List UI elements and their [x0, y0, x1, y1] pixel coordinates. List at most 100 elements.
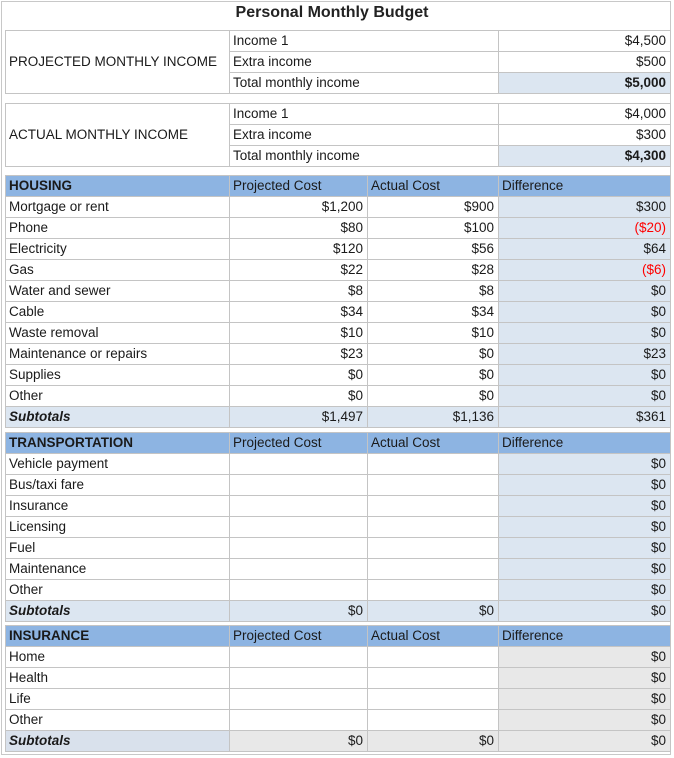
expense-name[interactable]: Bus/taxi fare [5, 474, 230, 496]
section-title: TRANSPORTATION [5, 432, 230, 454]
actual-cost-cell[interactable]: $900 [367, 196, 499, 218]
insurance-table: INSURANCE Projected Cost Actual Cost Dif… [5, 625, 671, 752]
income-value[interactable]: $4,000 [498, 103, 671, 125]
income-total-value: $5,000 [498, 72, 671, 94]
actual-cost-cell[interactable] [367, 579, 499, 601]
actual-cost-cell[interactable]: $8 [367, 280, 499, 302]
projected-cost-cell[interactable]: $22 [229, 259, 368, 281]
projected-cost-cell[interactable] [229, 453, 368, 475]
actual-cost-cell[interactable] [367, 453, 499, 475]
section-header: TRANSPORTATION Projected Cost Actual Cos… [5, 432, 671, 454]
actual-cost-cell[interactable] [367, 516, 499, 538]
projected-cost-cell[interactable] [229, 558, 368, 580]
expense-name[interactable]: Insurance [5, 495, 230, 517]
expense-name[interactable]: Electricity [5, 238, 230, 260]
column-header-actual: Actual Cost [367, 175, 499, 197]
projected-cost-cell[interactable]: $0 [229, 364, 368, 386]
expense-row: Mortgage or rent $1,200 $900 $300 [5, 196, 671, 218]
expense-name[interactable]: Licensing [5, 516, 230, 538]
difference-cell: $0 [498, 516, 671, 538]
projected-cost-cell[interactable] [229, 495, 368, 517]
expense-name[interactable]: Fuel [5, 537, 230, 559]
expense-row: Supplies $0 $0 $0 [5, 364, 671, 386]
projected-cost-cell[interactable]: $8 [229, 280, 368, 302]
subtotal-difference: $0 [498, 730, 671, 752]
projected-income-label: PROJECTED MONTHLY INCOME [5, 30, 230, 94]
subtotal-difference: $361 [498, 406, 671, 428]
actual-cost-cell[interactable]: $0 [367, 343, 499, 365]
expense-name[interactable]: Health [5, 667, 230, 689]
projected-cost-cell[interactable]: $10 [229, 322, 368, 344]
expense-name[interactable]: Water and sewer [5, 280, 230, 302]
expense-name[interactable]: Waste removal [5, 322, 230, 344]
actual-cost-cell[interactable] [367, 537, 499, 559]
projected-cost-cell[interactable] [229, 474, 368, 496]
actual-cost-cell[interactable]: $28 [367, 259, 499, 281]
column-header-difference: Difference [498, 432, 671, 454]
actual-cost-cell[interactable] [367, 474, 499, 496]
difference-cell: ($6) [498, 259, 671, 281]
section-title: HOUSING [5, 175, 230, 197]
expense-row: Cable $34 $34 $0 [5, 301, 671, 323]
column-header-projected: Projected Cost [229, 175, 368, 197]
housing-table: HOUSING Projected Cost Actual Cost Diffe… [5, 175, 671, 428]
actual-cost-cell[interactable]: $34 [367, 301, 499, 323]
expense-name[interactable]: Life [5, 688, 230, 710]
difference-cell: ($20) [498, 217, 671, 239]
difference-cell: $0 [498, 558, 671, 580]
expense-name[interactable]: Phone [5, 217, 230, 239]
expense-row: Waste removal $10 $10 $0 [5, 322, 671, 344]
actual-cost-cell[interactable] [367, 709, 499, 731]
actual-cost-cell[interactable] [367, 495, 499, 517]
projected-cost-cell[interactable] [229, 579, 368, 601]
actual-cost-cell[interactable]: $0 [367, 385, 499, 407]
actual-cost-cell[interactable] [367, 688, 499, 710]
expense-name[interactable]: Mortgage or rent [5, 196, 230, 218]
expense-name[interactable]: Maintenance or repairs [5, 343, 230, 365]
actual-cost-cell[interactable] [367, 667, 499, 689]
income-value[interactable]: $4,500 [498, 30, 671, 52]
difference-cell: $0 [498, 301, 671, 323]
expense-name[interactable]: Other [5, 709, 230, 731]
expense-name[interactable]: Other [5, 579, 230, 601]
projected-cost-cell[interactable] [229, 537, 368, 559]
income-name[interactable]: Extra income [229, 51, 499, 73]
expense-name[interactable]: Home [5, 646, 230, 668]
difference-cell: $0 [498, 667, 671, 689]
projected-cost-cell[interactable]: $1,200 [229, 196, 368, 218]
income-name[interactable]: Income 1 [229, 30, 499, 52]
projected-cost-cell[interactable]: $23 [229, 343, 368, 365]
projected-cost-cell[interactable]: $120 [229, 238, 368, 260]
actual-cost-cell[interactable]: $56 [367, 238, 499, 260]
section-title: INSURANCE [5, 625, 230, 647]
income-value[interactable]: $500 [498, 51, 671, 73]
column-header-actual: Actual Cost [367, 625, 499, 647]
expense-name[interactable]: Vehicle payment [5, 453, 230, 475]
subtotal-projected: $1,497 [229, 406, 368, 428]
actual-cost-cell[interactable]: $10 [367, 322, 499, 344]
actual-cost-cell[interactable]: $100 [367, 217, 499, 239]
income-value[interactable]: $300 [498, 124, 671, 146]
expense-name[interactable]: Gas [5, 259, 230, 281]
expense-name[interactable]: Maintenance [5, 558, 230, 580]
income-name[interactable]: Income 1 [229, 103, 499, 125]
page-title: Personal Monthly Budget [235, 4, 429, 21]
expense-name[interactable]: Supplies [5, 364, 230, 386]
income-name[interactable]: Extra income [229, 124, 499, 146]
column-header-difference: Difference [498, 625, 671, 647]
projected-cost-cell[interactable] [229, 646, 368, 668]
expense-name[interactable]: Cable [5, 301, 230, 323]
projected-cost-cell[interactable]: $0 [229, 385, 368, 407]
expense-row: Water and sewer $8 $8 $0 [5, 280, 671, 302]
actual-cost-cell[interactable]: $0 [367, 364, 499, 386]
expense-row: Other $0 [5, 579, 671, 601]
actual-cost-cell[interactable] [367, 558, 499, 580]
projected-cost-cell[interactable]: $34 [229, 301, 368, 323]
projected-cost-cell[interactable]: $80 [229, 217, 368, 239]
projected-cost-cell[interactable] [229, 688, 368, 710]
projected-cost-cell[interactable] [229, 709, 368, 731]
actual-cost-cell[interactable] [367, 646, 499, 668]
expense-name[interactable]: Other [5, 385, 230, 407]
projected-cost-cell[interactable] [229, 667, 368, 689]
projected-cost-cell[interactable] [229, 516, 368, 538]
